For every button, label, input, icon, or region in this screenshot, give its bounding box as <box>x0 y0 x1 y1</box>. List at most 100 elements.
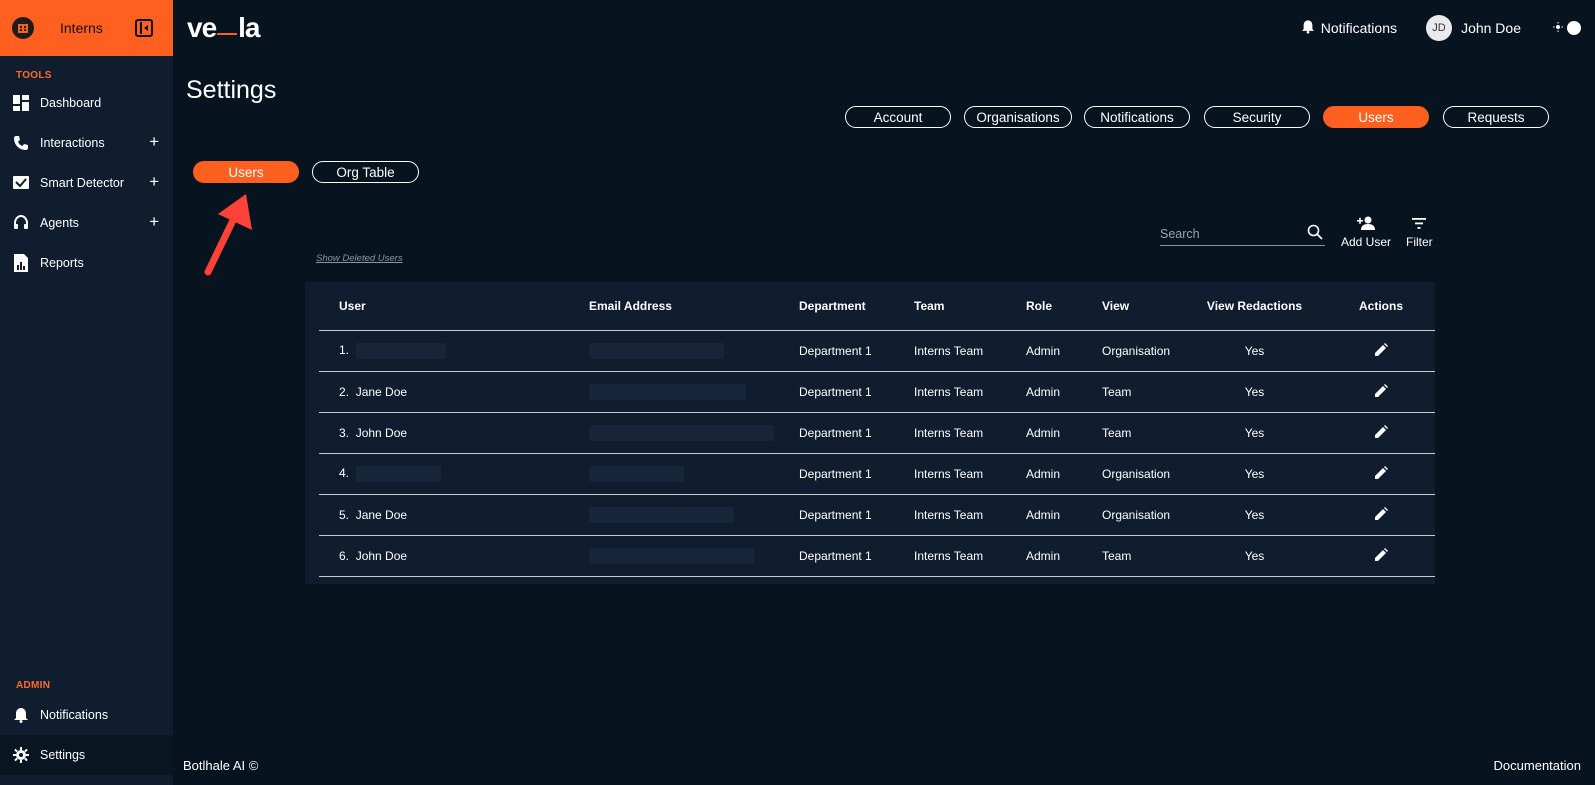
search-box[interactable] <box>1160 222 1325 246</box>
tab-account[interactable]: Account <box>845 106 951 128</box>
tab-security[interactable]: Security <box>1204 106 1310 128</box>
show-deleted-users-link[interactable]: Show Deleted Users <box>316 253 403 264</box>
cell-department: Department 1 <box>779 453 894 495</box>
collapse-sidebar-icon[interactable] <box>135 19 153 37</box>
cell-user-name: Jane Doe <box>355 384 408 399</box>
edit-icon[interactable] <box>1374 547 1388 564</box>
toggle-knob <box>1567 20 1581 35</box>
cell-department: Department 1 <box>779 494 894 536</box>
org-switcher[interactable]: Interns <box>0 0 173 56</box>
table-row: 6. John Doe Department 1 Interns Team Ad… <box>319 535 1435 577</box>
filter-label: Filter <box>1406 235 1433 249</box>
expand-plus-icon[interactable]: + <box>149 132 159 152</box>
cell-view-redactions: Yes <box>1182 412 1327 454</box>
subtab-users[interactable]: Users <box>193 161 299 183</box>
cell-team: Interns Team <box>894 453 1006 495</box>
cell-view: Organisation <box>1082 494 1182 536</box>
sidebar-item-settings[interactable]: Settings <box>0 735 173 775</box>
add-user-button[interactable]: Add User <box>1341 216 1391 249</box>
column-header-email: Email Address <box>569 282 779 331</box>
report-icon <box>12 254 30 272</box>
filter-icon <box>1412 218 1427 232</box>
tab-organisations[interactable]: Organisations <box>964 106 1072 128</box>
edit-icon[interactable] <box>1374 424 1388 441</box>
tab-notifications[interactable]: Notifications <box>1084 106 1190 128</box>
top-notifications-button[interactable]: Notifications <box>1301 19 1397 37</box>
org-name: Interns <box>60 20 103 36</box>
column-header-user: User <box>319 282 569 331</box>
bell-icon <box>1301 19 1315 37</box>
subtab-org-table[interactable]: Org Table <box>312 161 419 183</box>
sidebar-item-label: Interactions <box>40 136 105 150</box>
column-header-department: Department <box>779 282 894 331</box>
redacted-email <box>589 342 724 359</box>
add-user-label: Add User <box>1341 235 1392 249</box>
column-header-role: Role <box>1006 282 1082 331</box>
headset-icon <box>12 214 30 232</box>
filter-button[interactable]: Filter <box>1406 216 1433 249</box>
cell-view: Team <box>1082 412 1182 454</box>
cell-department: Department 1 <box>779 371 894 413</box>
cell-view-redactions: Yes <box>1182 535 1327 577</box>
cell-role: Admin <box>1006 535 1082 577</box>
org-logo-icon <box>12 17 34 39</box>
edit-icon[interactable] <box>1374 383 1388 400</box>
user-name[interactable]: John Doe <box>1461 20 1521 36</box>
edit-icon[interactable] <box>1374 342 1388 359</box>
row-index: 6. <box>339 548 350 563</box>
cell-department: Department 1 <box>779 330 894 372</box>
cell-view: Organisation <box>1082 330 1182 372</box>
avatar[interactable]: JD <box>1426 15 1452 41</box>
column-header-actions: Actions <box>1327 282 1435 331</box>
sidebar-item-label: Settings <box>40 748 86 762</box>
table-row: 5. Jane Doe Department 1 Interns Team Ad… <box>319 494 1435 536</box>
theme-toggle[interactable] <box>1553 20 1581 35</box>
sun-icon <box>1553 20 1563 35</box>
redacted-email <box>589 506 734 523</box>
add-user-icon <box>1357 216 1376 233</box>
cell-department: Department 1 <box>779 412 894 454</box>
cell-view: Organisation <box>1082 453 1182 495</box>
annotation-arrow-icon <box>204 194 252 276</box>
row-index: 4. <box>339 465 350 480</box>
expand-plus-icon[interactable]: + <box>149 212 159 232</box>
row-index: 3. <box>339 425 350 440</box>
table-row: 3. John Doe Department 1 Interns Team Ad… <box>319 412 1435 454</box>
phone-icon <box>12 134 30 152</box>
cell-role: Admin <box>1006 453 1082 495</box>
redacted-email <box>589 547 754 564</box>
users-table: User Email Address Department Team Role … <box>319 282 1435 577</box>
sidebar-item-dashboard[interactable]: Dashboard <box>0 83 173 123</box>
sidebar-item-reports[interactable]: Reports <box>0 243 173 283</box>
row-index: 5. <box>339 507 350 522</box>
sidebar-item-notifications[interactable]: Notifications <box>0 695 173 735</box>
cell-team: Interns Team <box>894 494 1006 536</box>
tab-users[interactable]: Users <box>1323 106 1429 128</box>
bell-icon <box>12 706 30 724</box>
cell-view-redactions: Yes <box>1182 371 1327 413</box>
expand-plus-icon[interactable]: + <box>149 172 159 192</box>
vela-logo[interactable]: ve la <box>187 12 261 44</box>
redacted-name <box>355 465 441 482</box>
detector-icon <box>12 174 30 192</box>
cell-team: Interns Team <box>894 371 1006 413</box>
edit-icon[interactable] <box>1374 506 1388 523</box>
cell-view: Team <box>1082 371 1182 413</box>
row-index: 1. <box>339 342 350 357</box>
search-icon[interactable] <box>1307 224 1323 243</box>
sidebar: Interns TOOLS Dashboard Interactions + S… <box>0 0 173 785</box>
sidebar-item-smart-detector[interactable]: Smart Detector + <box>0 163 173 203</box>
cell-user-name: Jane Doe <box>355 507 408 522</box>
row-index: 2. <box>339 384 350 399</box>
tab-requests[interactable]: Requests <box>1443 106 1549 128</box>
top-bar: ve la Notifications JD John Doe <box>173 0 1595 56</box>
footer-copyright: Botlhale AI © <box>183 758 259 773</box>
users-table-card: User Email Address Department Team Role … <box>305 282 1435 584</box>
redacted-email <box>589 383 746 400</box>
documentation-link[interactable]: Documentation <box>1494 758 1581 773</box>
search-input[interactable] <box>1160 226 1300 241</box>
sidebar-item-agents[interactable]: Agents + <box>0 203 173 243</box>
sidebar-item-interactions[interactable]: Interactions + <box>0 123 173 163</box>
edit-icon[interactable] <box>1374 465 1388 482</box>
sidebar-item-label: Reports <box>40 256 84 270</box>
